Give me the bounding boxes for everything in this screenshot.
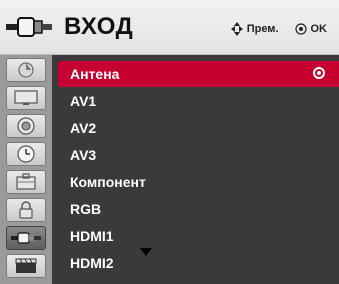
- sidebar-item-time[interactable]: [6, 142, 46, 166]
- list-item-hdmi2[interactable]: HDMI2: [58, 250, 339, 277]
- input-menu: ВХОД Прем. OK Антена AV1 AV2 AV3 Компоне…: [0, 0, 339, 284]
- sidebar-item-audio[interactable]: [6, 114, 46, 138]
- audio-icon: [17, 117, 35, 135]
- picture-icon: [18, 62, 34, 78]
- sidebar-item-options[interactable]: [6, 170, 46, 194]
- input-list-panel: Антена AV1 AV2 AV3 Компонент RGB HDMI1 H…: [52, 55, 339, 284]
- input-icon: [6, 17, 52, 37]
- list-item-label: Антена: [70, 66, 120, 82]
- list-item-av3[interactable]: AV3: [58, 142, 339, 169]
- menu-sidebar: [0, 55, 52, 284]
- sidebar-item-picture[interactable]: [6, 58, 46, 82]
- usb-icon: [15, 258, 37, 273]
- page-title: ВХОД: [64, 13, 134, 40]
- radio-selected-icon: [313, 67, 325, 79]
- list-item-label: AV2: [70, 120, 97, 136]
- sidebar-item-lock[interactable]: [6, 198, 46, 222]
- sidebar-item-screen[interactable]: [6, 86, 46, 110]
- sidebar-item-usb[interactable]: [6, 254, 46, 278]
- ok-button-icon: [294, 23, 307, 35]
- navigation-arrows-icon: [230, 22, 243, 36]
- list-item-label: Компонент: [70, 174, 146, 190]
- move-hint-label: Прем.: [246, 23, 279, 35]
- list-item-rgb[interactable]: RGB: [58, 196, 339, 223]
- options-icon: [16, 173, 36, 190]
- list-item-component[interactable]: Компонент: [58, 169, 339, 196]
- input-list: Антена AV1 AV2 AV3 Компонент RGB HDMI1 H…: [58, 61, 339, 277]
- screen-icon: [14, 90, 38, 105]
- time-icon: [17, 145, 35, 163]
- list-item-label: RGB: [70, 201, 102, 217]
- menu-header: ВХОД Прем. OK: [0, 0, 339, 55]
- list-item-av2[interactable]: AV2: [58, 115, 339, 142]
- list-item-av1[interactable]: AV1: [58, 88, 339, 115]
- input-icon: [11, 232, 41, 244]
- sidebar-item-input[interactable]: [6, 226, 46, 250]
- list-item-label: AV1: [70, 93, 97, 109]
- key-hints: Прем. OK: [230, 22, 328, 36]
- list-item-label: HDMI2: [70, 255, 114, 271]
- scroll-down-arrow-icon[interactable]: [140, 248, 152, 256]
- list-item-antenna[interactable]: Антена: [58, 61, 339, 88]
- lock-icon: [19, 201, 33, 219]
- list-item-label: HDMI1: [70, 228, 114, 244]
- list-item-label: AV3: [70, 147, 97, 163]
- ok-hint-label: OK: [310, 23, 328, 35]
- list-item-hdmi1[interactable]: HDMI1: [58, 223, 339, 250]
